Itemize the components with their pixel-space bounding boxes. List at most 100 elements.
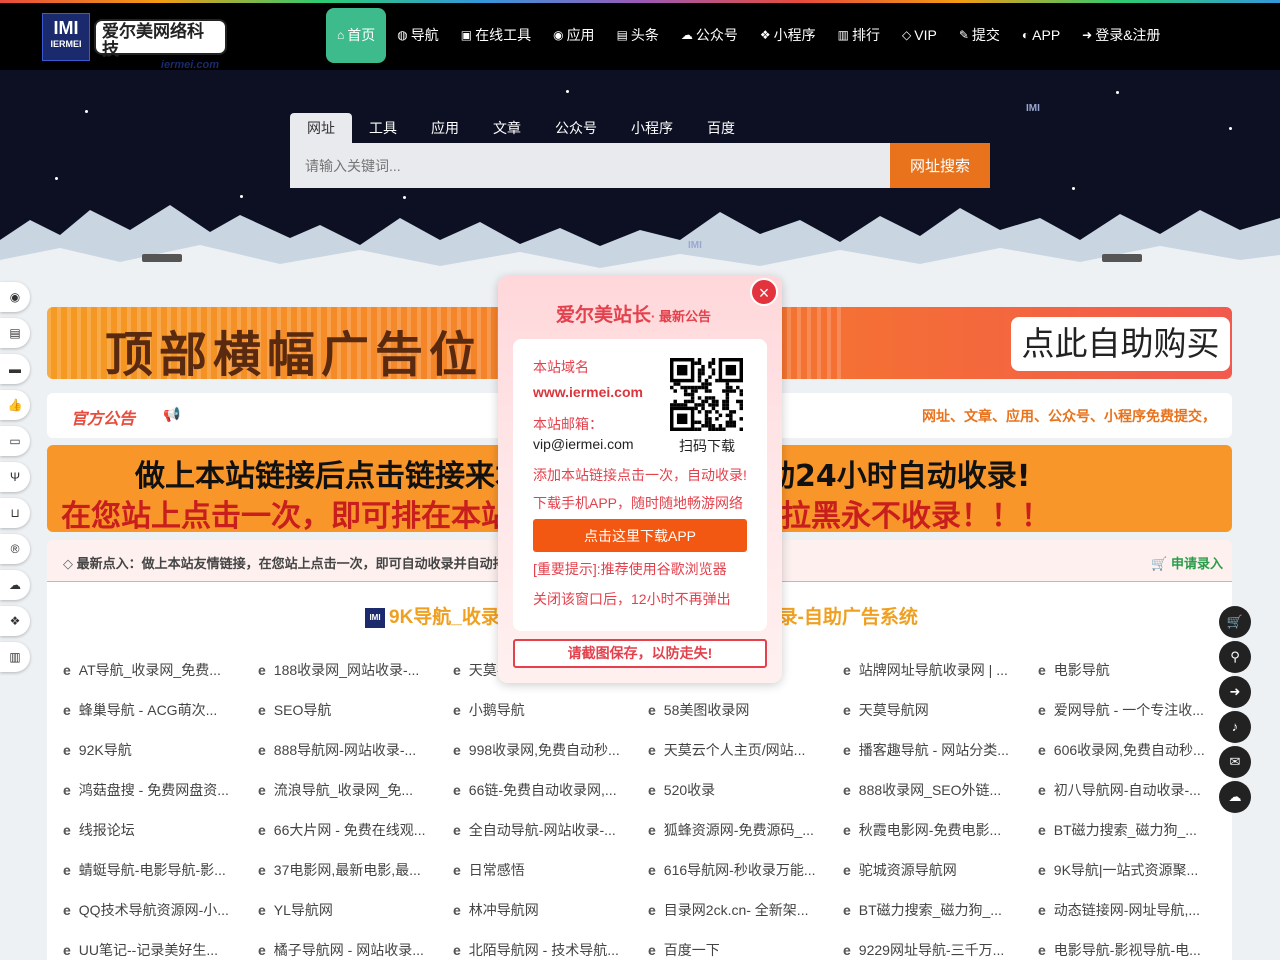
nav-item-2[interactable]: ▣ 在线工具 (450, 8, 542, 63)
site-link[interactable]: e 天莫云个人主页/网站... (648, 740, 828, 760)
book-icon[interactable]: ▤ (0, 318, 30, 348)
briefcase-icon[interactable]: ▬ (0, 354, 30, 384)
site-link[interactable]: e 狐蜂资源网-免费源码_... (648, 820, 828, 840)
ie-icon: e (843, 822, 851, 838)
bell-icon[interactable]: ♪ (1219, 711, 1251, 743)
diamond-icon: ◇ (63, 556, 77, 571)
site-link[interactable]: e 秋霞电影网-免费电影... (843, 820, 1023, 840)
site-link[interactable]: e 驼城资源导航网 (843, 860, 1023, 880)
search-tab-6[interactable]: 百度 (690, 113, 752, 143)
announcement-scroll-text[interactable]: 网址、文章、应用、公众号、小程序免费提交， (922, 406, 1232, 426)
search-button[interactable]: 网址搜索 (890, 143, 990, 188)
ie-icon: e (1038, 662, 1046, 678)
site-link[interactable]: e AT导航_收录网_免费... (63, 660, 243, 680)
newspaper-icon[interactable]: ▥ (0, 642, 30, 672)
cubes-icon[interactable]: ❖ (0, 606, 30, 636)
site-link[interactable]: e 520收录 (648, 780, 828, 800)
thumbs-up-icon[interactable]: 👍 (0, 390, 30, 420)
github-icon[interactable]: ◉ (0, 282, 30, 312)
nav-item-6[interactable]: ❖ 小程序 (749, 8, 827, 63)
search-tab-2[interactable]: 应用 (414, 113, 476, 143)
site-link[interactable]: e 流浪导航_收录网_免... (258, 780, 438, 800)
site-link[interactable]: e BT磁力搜索_磁力狗_... (1038, 820, 1218, 840)
envelope-icon[interactable]: ✉ (1219, 746, 1251, 778)
ie-icon: e (258, 822, 266, 838)
site-link[interactable]: e 动态链接网-网址导航,... (1038, 900, 1218, 920)
ie-icon: e (63, 662, 71, 678)
registered-icon[interactable]: ® (0, 534, 30, 564)
site-link[interactable]: e 站牌网址导航收录网 | ... (843, 660, 1023, 680)
nav-item-8[interactable]: ◇ VIP (891, 8, 948, 63)
site-link[interactable]: e 播客趣导航 - 网站分类... (843, 740, 1023, 760)
site-link[interactable]: e 全自动导航-网站收录-... (453, 820, 633, 840)
domain-label: 本站域名 (533, 359, 589, 375)
nav-item-10[interactable]: ◐ APP (1011, 8, 1071, 63)
site-link[interactable]: e 蜂巢导航 - ACG萌次... (63, 700, 243, 720)
site-link[interactable]: e 888导航网-网站收录-... (258, 740, 438, 760)
search-tab-0[interactable]: 网址 (290, 113, 352, 143)
nav-item-3[interactable]: ◉ 应用 (542, 8, 605, 63)
wechat-icon[interactable]: ☁ (1219, 781, 1251, 813)
nav-item-4[interactable]: ▤ 头条 (606, 8, 670, 63)
close-icon[interactable]: × (750, 278, 778, 306)
utensils-icon[interactable]: Ψ (0, 462, 30, 492)
site-link[interactable]: e 橘子导航网 - 网站收录... (258, 940, 438, 960)
site-link-label: BT磁力搜索_磁力狗_... (858, 902, 1002, 918)
site-link[interactable]: e 616导航网-秒收录万能... (648, 860, 828, 880)
site-link[interactable]: e 天莫导航网 (843, 700, 1023, 720)
site-link[interactable]: e UU笔记--记录美好生... (63, 940, 243, 960)
site-link[interactable]: e 92K导航 (63, 740, 243, 760)
site-link[interactable]: e 37电影网,最新电影,最... (258, 860, 438, 880)
site-logo[interactable]: IMI IERMEI 爱尔美网络科技 iermei.com (42, 13, 227, 71)
site-link[interactable]: e BT磁力搜索_磁力狗_... (843, 900, 1023, 920)
site-link[interactable]: e 606收录网,免费自动秒... (1038, 740, 1218, 760)
site-link[interactable]: e 电影导航-影视导航-电... (1038, 940, 1218, 960)
site-link[interactable]: e QQ技术导航资源网-小... (63, 900, 243, 920)
nav-item-11[interactable]: ➜ 登录&注册 (1071, 8, 1171, 63)
site-link[interactable]: e 百度一下 (648, 940, 828, 960)
site-link[interactable]: e 蜻蜓导航-电影导航-影... (63, 860, 243, 880)
nav-item-7[interactable]: ▥ 排行 (827, 8, 891, 63)
desktop-icon[interactable]: ▭ (0, 426, 30, 456)
site-link[interactable]: e 爱网导航 - 一个专注收... (1038, 700, 1218, 720)
site-link[interactable]: e 9229网址导航-三千万... (843, 940, 1023, 960)
sign-in-icon[interactable]: ➜ (1219, 676, 1251, 708)
site-link-label: BT磁力搜索_磁力狗_... (1053, 822, 1197, 838)
site-link[interactable]: e 66大片网 - 免费在线观... (258, 820, 438, 840)
site-link[interactable]: e 初八导航网-自动收录-... (1038, 780, 1218, 800)
nav-item-0[interactable]: ⌂ 首页 (326, 8, 387, 63)
search-tab-1[interactable]: 工具 (352, 113, 414, 143)
apply-button[interactable]: 🛒 申请录入 (1151, 553, 1223, 572)
site-link[interactable]: e 电影导航 (1038, 660, 1218, 680)
site-link[interactable]: e 线报论坛 (63, 820, 243, 840)
site-link[interactable]: e SEO导航 (258, 700, 438, 720)
basket-icon[interactable]: ⊔ (0, 498, 30, 528)
site-link[interactable]: e 9K导航|一站式资源聚... (1038, 860, 1218, 880)
site-link[interactable]: e 58美图收录网 (648, 700, 828, 720)
site-link[interactable]: e 鸿菇盘搜 - 免费网盘资... (63, 780, 243, 800)
cart-icon[interactable]: 🛒 (1219, 606, 1251, 638)
nav-item-1[interactable]: ◍ 导航 (386, 8, 449, 63)
domain-link[interactable]: www.iermei.com (533, 384, 643, 400)
download-app-button[interactable]: 点击这里下载APP (533, 519, 747, 552)
site-link[interactable]: e 998收录网,免费自动秒... (453, 740, 633, 760)
nav-item-9[interactable]: ✎ 提交 (948, 8, 1011, 63)
site-link[interactable]: e 目录网2ck.cn- 全新架... (648, 900, 828, 920)
search-tab-5[interactable]: 小程序 (614, 113, 690, 143)
self-buy-button[interactable]: 点此自助购买 (1011, 317, 1230, 371)
search-tab-3[interactable]: 文章 (476, 113, 538, 143)
search-tab-4[interactable]: 公众号 (538, 113, 614, 143)
site-link[interactable]: e 188收录网_网站收录-... (258, 660, 438, 680)
site-link[interactable]: e YL导航网 (258, 900, 438, 920)
site-link[interactable]: e 小鹅导航 (453, 700, 633, 720)
map-marker-icon[interactable]: ⚲ (1219, 641, 1251, 673)
site-link[interactable]: e 66链-免费自动收录网,... (453, 780, 633, 800)
site-link[interactable]: e 北陌导航网 - 技术导航... (453, 940, 633, 960)
search-input[interactable] (290, 143, 890, 188)
site-link[interactable]: e 林冲导航网 (453, 900, 633, 920)
wechat-icon[interactable]: ☁ (0, 570, 30, 600)
site-link[interactable]: e 888收录网_SEO外链... (843, 780, 1023, 800)
nav-item-5[interactable]: ☁ 公众号 (670, 8, 749, 63)
site-link[interactable]: e 日常感悟 (453, 860, 633, 880)
ie-icon: e (63, 782, 71, 798)
